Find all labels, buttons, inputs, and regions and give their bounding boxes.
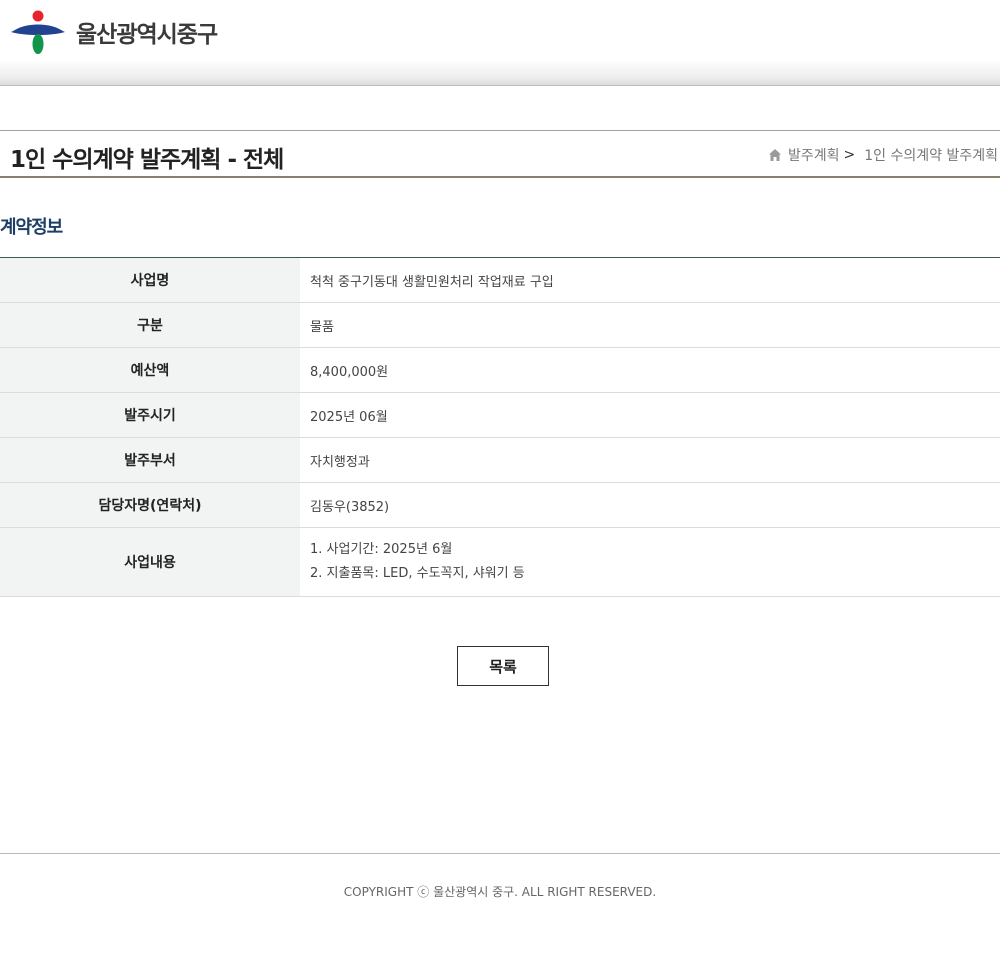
list-button[interactable]: 목록 (457, 646, 549, 686)
breadcrumb-item-plan[interactable]: 발주계획 (788, 145, 840, 165)
site-header: 울산광역시중구 (0, 0, 1000, 86)
breadcrumb-separator: > (843, 147, 856, 163)
row-value: 자치행정과 (310, 454, 370, 470)
table-row: 사업내용 1. 사업기간: 2025년 6월 2. 지출품목: LED, 수도꼭… (0, 528, 1000, 597)
content-line: 2. 지출품목: LED, 수도꼭지, 샤워기 등 (310, 566, 525, 581)
ulsan-junggu-emblem-icon (11, 10, 65, 54)
table-row: 발주시기 2025년 06월 (0, 393, 1000, 438)
contract-info-table: 사업명 척척 중구기동대 생활민원처리 작업재료 구입 구분 물품 예산액 8,… (0, 257, 1000, 597)
row-header: 발주부서 (0, 438, 300, 482)
row-value: 8,400,000원 (310, 364, 389, 380)
row-header: 사업내용 (0, 528, 300, 596)
table-row: 사업명 척척 중구기동대 생활민원처리 작업재료 구입 (0, 258, 1000, 303)
row-header: 구분 (0, 303, 300, 347)
table-row: 구분 물품 (0, 303, 1000, 348)
title-bar: 1인 수의계약 발주계획 - 전체 발주계획 > 1인 수의계약 발주계획 (0, 130, 1000, 178)
page-title: 1인 수의계약 발주계획 - 전체 (10, 147, 284, 173)
home-icon[interactable] (768, 148, 782, 162)
section-title: 계약정보 (0, 217, 63, 238)
breadcrumb: 발주계획 > 1인 수의계약 발주계획 (768, 145, 998, 165)
site-footer: COPYRIGHT ⓒ 울산광역시 중구. ALL RIGHT RESERVED… (0, 853, 1000, 954)
copyright-text: COPYRIGHT ⓒ 울산광역시 중구. ALL RIGHT RESERVED… (343, 885, 657, 899)
site-logo[interactable]: 울산광역시중구 (10, 9, 240, 55)
table-row: 담당자명(연락처) 김동우(3852) (0, 483, 1000, 528)
row-value: 1. 사업기간: 2025년 6월 2. 지출품목: LED, 수도꼭지, 샤워… (300, 528, 1000, 596)
row-header: 담당자명(연락처) (0, 483, 300, 527)
row-value: 2025년 06월 (310, 409, 388, 425)
row-value: 물품 (310, 319, 334, 335)
content-line: 1. 사업기간: 2025년 6월 (310, 542, 453, 557)
logo-text: 울산광역시중구 (76, 22, 218, 48)
table-row: 예산액 8,400,000원 (0, 348, 1000, 393)
row-header: 발주시기 (0, 393, 300, 437)
table-row: 발주부서 자치행정과 (0, 438, 1000, 483)
breadcrumb-item-current[interactable]: 1인 수의계약 발주계획 (864, 145, 998, 165)
row-value: 척척 중구기동대 생활민원처리 작업재료 구입 (310, 274, 554, 290)
row-header: 예산액 (0, 348, 300, 392)
row-value: 김동우(3852) (310, 499, 390, 515)
row-header: 사업명 (0, 258, 300, 302)
